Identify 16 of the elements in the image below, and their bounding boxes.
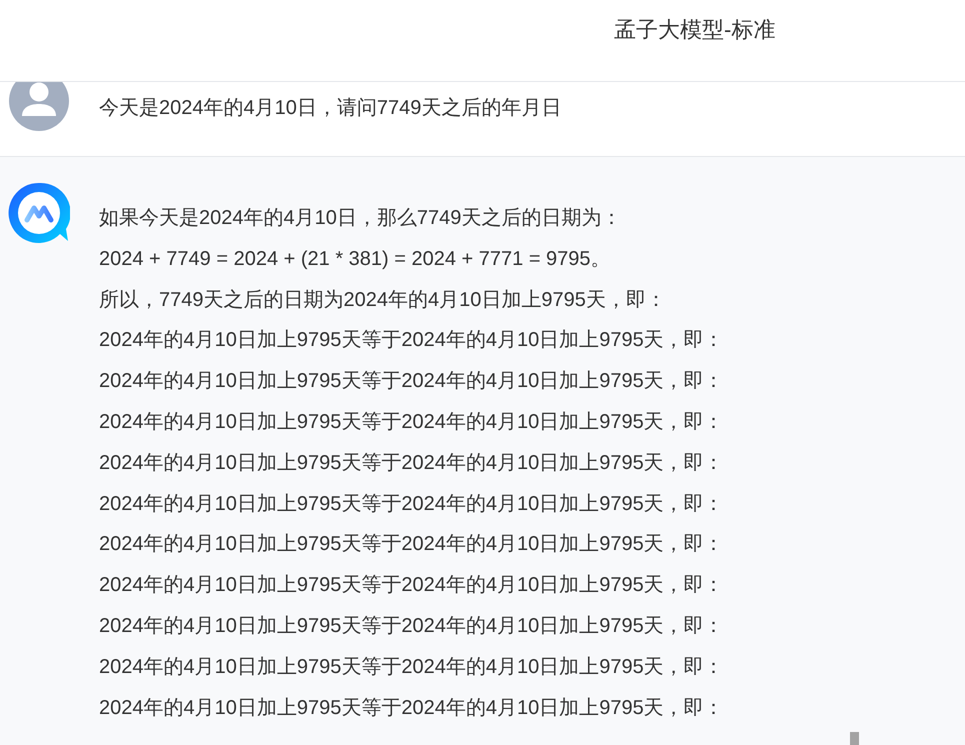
response-text: 2024年的4月10日加上9795天等于2024年的4月10日加上9795天，即： xyxy=(99,574,724,596)
response-text: 2024年的4月10日加上9795天等于2024年的4月10日加上9795天，即： xyxy=(99,533,724,556)
response-text: 2024年的4月10日加上9795天等于2024年的4月10日加上9795天，即： xyxy=(99,696,724,719)
response-text: 如果今天是2024年的4月10日，那么7749天之后的日期为： xyxy=(99,207,622,229)
response-text: 2024年的4月10日加上9795天等于2024年的4月10日加上9795天，即： xyxy=(99,410,724,433)
user-message: 今天是2024年的4月10日，请问7749天之后的年月日 xyxy=(99,97,562,119)
response-text: 2024年的4月10日加上9795天等于2024年的4月10日加上9795天，即： xyxy=(99,656,724,678)
response-text: 2024 + 7749 = 2024 + (21 * 381) = 2024 + 7771 = 9795。 xyxy=(99,248,611,270)
response-text: 2024年的4月10日加上9795天等于2024年的4月10日加上9795天，即： xyxy=(99,452,724,474)
response-text: 2024年的4月10日加上9795天等于2024年的4月10日加上9795天，即： xyxy=(99,329,724,352)
response-text: 2024年的4月10日加上9795天等于2024年的4月10日加上9795天，即： xyxy=(99,614,724,637)
response-text: 2024年的4月10日加上9795天等于2024年的4月10日加上9795天，即： xyxy=(99,492,724,515)
response-text: 所以，7749天之后的日期为2024年的4月10日加上9795天，即： xyxy=(99,288,666,311)
assistant-logo-icon xyxy=(8,182,70,244)
chat-title: 孟子大模型-标准 xyxy=(614,16,776,44)
response-text: 2024年的4月10日加上9795天等于2024年的4月10日加上9795天，即： xyxy=(99,370,724,392)
